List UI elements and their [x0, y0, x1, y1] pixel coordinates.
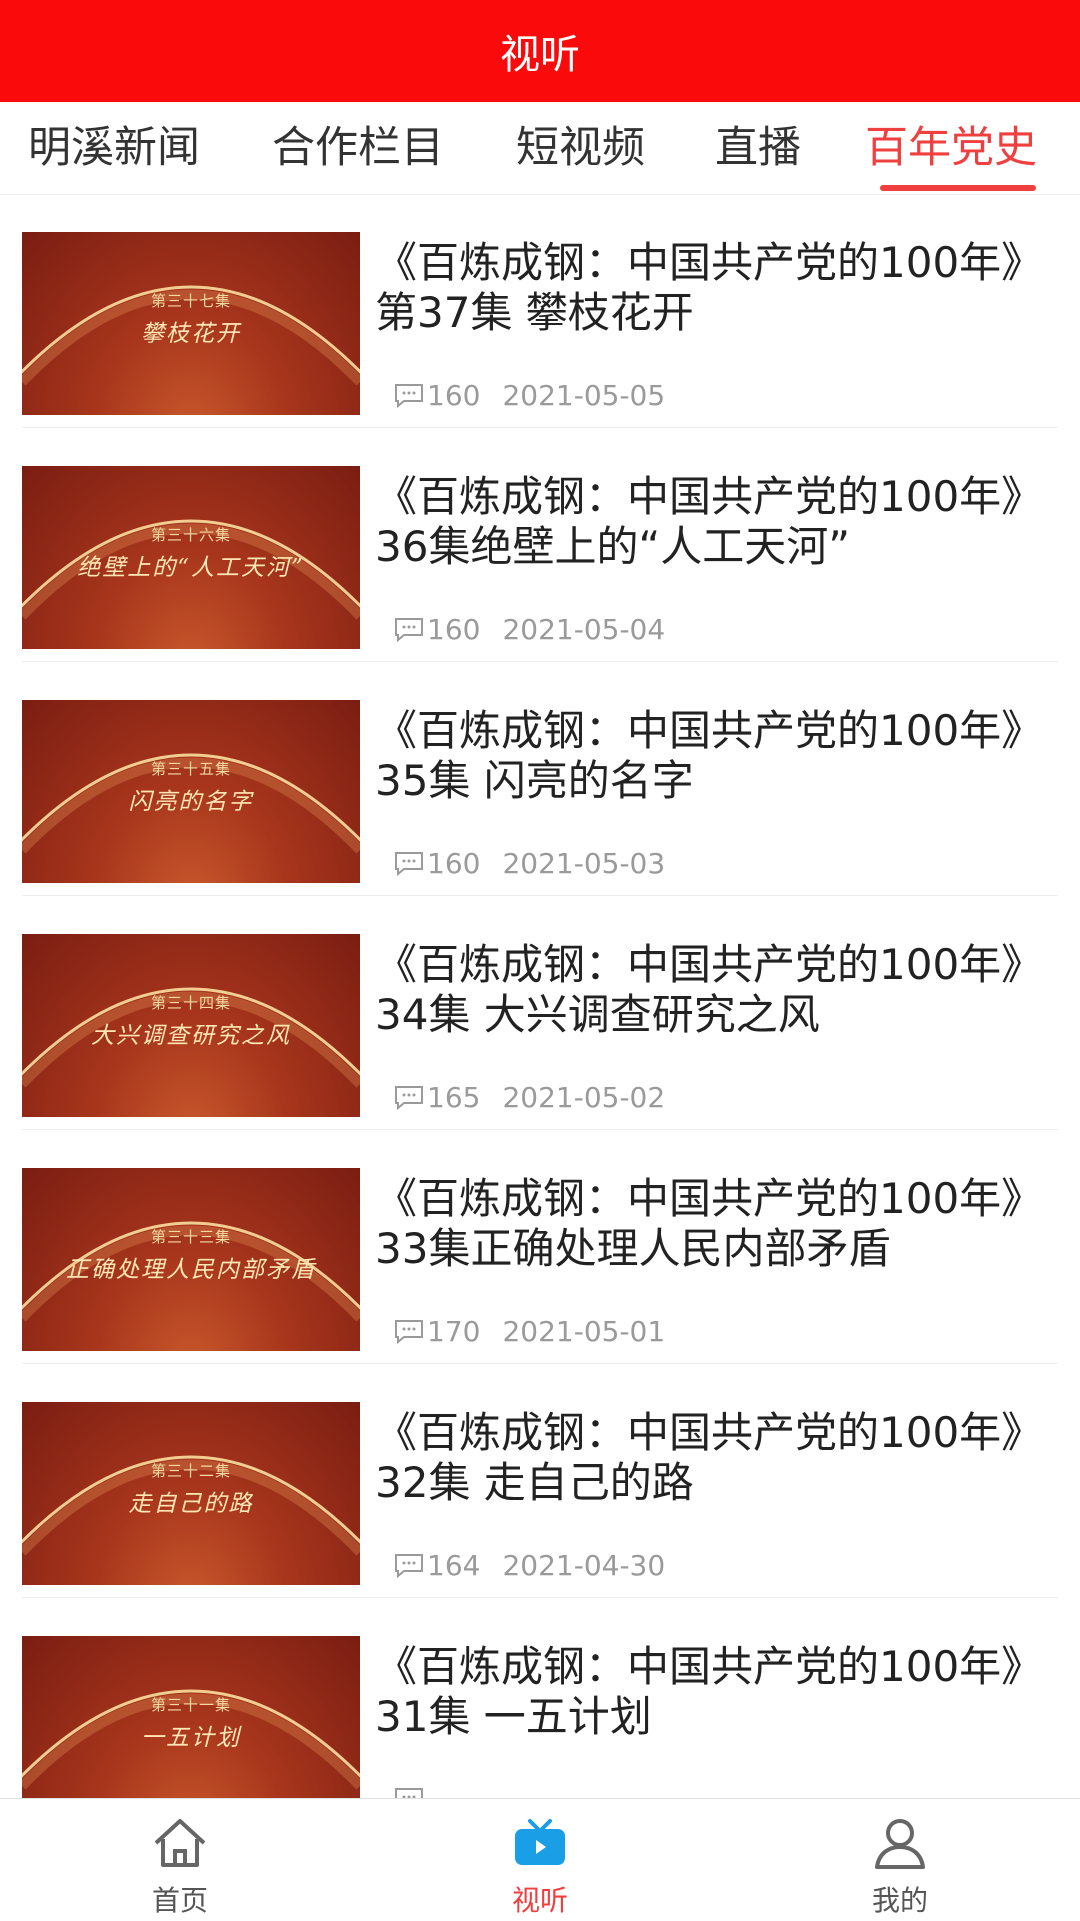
active-tab-indicator: [880, 185, 1036, 191]
tab-short-video[interactable]: 短视频: [516, 102, 645, 194]
home-icon: [154, 1819, 206, 1867]
thumbnail-subtitle-text: 一五计划: [141, 1725, 241, 1751]
tab-live[interactable]: 直播: [715, 102, 801, 194]
video-title[interactable]: 《百炼成钢：中国共产党的100年》36集绝壁上的“人工天河”: [375, 472, 1035, 572]
video-list[interactable]: 第三十七集 攀枝花开 《百炼成钢：中国共产党的100年》第37集 攀枝花开 16…: [0, 194, 1080, 1798]
comment-count: 160: [427, 846, 481, 880]
thumbnail-episode-text: 第三十三集: [150, 1228, 231, 1246]
comment-icon: [395, 1554, 423, 1578]
nav-mine-label: 我的: [871, 1884, 928, 1917]
comment-icon: [395, 1320, 423, 1344]
video-title[interactable]: 《百炼成钢：中国共产党的100年》第37集 攀枝花开: [375, 238, 1035, 338]
nav-video-label: 视听: [511, 1884, 568, 1917]
publish-date: 2021-05-03: [502, 846, 666, 880]
list-item[interactable]: 第三十三集 正确处理人民内部矛盾 《百炼成钢：中国共产党的100年》33集正确处…: [0, 1130, 1080, 1364]
publish-date: 2021-05-01: [502, 1314, 666, 1348]
nav-video[interactable]: 视听: [440, 1799, 640, 1921]
tv-icon: [515, 1819, 565, 1865]
thumbnail-episode-text: 第三十二集: [150, 1462, 231, 1480]
video-title[interactable]: 《百炼成钢：中国共产党的100年》33集正确处理人民内部矛盾: [375, 1174, 1035, 1274]
comment-count: 160: [427, 378, 481, 412]
video-thumbnail[interactable]: 第三十三集 正确处理人民内部矛盾: [22, 1168, 360, 1351]
tab-partner-columns[interactable]: 合作栏目: [272, 102, 444, 194]
thumbnail-subtitle-text: 正确处理人民内部矛盾: [66, 1257, 316, 1283]
thumbnail-subtitle-text: 绝壁上的“人工天河”: [77, 555, 305, 581]
user-icon: [875, 1819, 925, 1869]
thumbnail-episode-text: 第三十四集: [150, 994, 231, 1012]
comment-icon: [395, 384, 423, 408]
nav-mine[interactable]: 我的: [800, 1799, 1000, 1921]
thumbnail-episode-text: 第三十六集: [150, 526, 231, 544]
bottom-nav: 首页 视听 我的: [0, 1798, 1080, 1921]
publish-date: 2021-05-02: [502, 1080, 666, 1114]
thumbnail-subtitle-text: 攀枝花开: [141, 321, 241, 347]
video-title[interactable]: 《百炼成钢：中国共产党的100年》35集 闪亮的名字: [375, 706, 1035, 806]
top-bar: 视听: [0, 0, 1080, 102]
comment-icon: [395, 618, 423, 642]
video-meta: 165 2021-05-02: [393, 1080, 665, 1114]
video-title[interactable]: 《百炼成钢：中国共产党的100年》34集 大兴调查研究之风: [375, 940, 1035, 1040]
video-meta: 160 2021-05-05: [393, 378, 665, 412]
thumbnail-episode-text: 第三十七集: [150, 292, 231, 310]
list-item[interactable]: 第三十五集 闪亮的名字 《百炼成钢：中国共产党的100年》35集 闪亮的名字 1…: [0, 662, 1080, 896]
video-meta: 160 2021-05-03: [393, 846, 665, 880]
thumbnail-subtitle-text: 走自己的路: [128, 1491, 254, 1517]
thumbnail-episode-text: 第三十一集: [150, 1696, 231, 1714]
comment-icon: [395, 1788, 423, 1798]
comment-count: 160: [427, 612, 481, 646]
video-meta: 164 2021-04-30: [393, 1548, 665, 1582]
video-thumbnail[interactable]: 第三十四集 大兴调查研究之风: [22, 934, 360, 1117]
video-meta: 160 2021-05-04: [393, 612, 665, 646]
comment-icon: [395, 852, 423, 876]
comment-icon: [395, 1086, 423, 1110]
thumbnail-subtitle-text: 大兴调查研究之风: [91, 1023, 291, 1049]
video-thumbnail[interactable]: 第三十一集 一五计划: [22, 1636, 360, 1798]
publish-date: 2021-04-30: [502, 1548, 666, 1582]
comment-count: 164: [427, 1548, 481, 1582]
tab-mingxi-news[interactable]: 明溪新闻: [28, 102, 200, 194]
publish-date: 2021-05-05: [502, 378, 666, 412]
list-item[interactable]: 第三十二集 走自己的路 《百炼成钢：中国共产党的100年》32集 走自己的路 1…: [0, 1364, 1080, 1598]
video-title[interactable]: 《百炼成钢：中国共产党的100年》32集 走自己的路: [375, 1408, 1035, 1508]
list-item[interactable]: 第三十四集 大兴调查研究之风 《百炼成钢：中国共产党的100年》34集 大兴调查…: [0, 896, 1080, 1130]
video-thumbnail[interactable]: 第三十七集 攀枝花开: [22, 232, 360, 415]
page-title: 视听: [500, 32, 580, 78]
video-meta: [393, 1782, 449, 1798]
thumbnail-subtitle-text: 闪亮的名字: [128, 789, 254, 815]
publish-date: 2021-05-04: [502, 612, 666, 646]
video-thumbnail[interactable]: 第三十二集 走自己的路: [22, 1402, 360, 1585]
channel-tabs: 明溪新闻 合作栏目 短视频 直播 百年党史: [0, 102, 1080, 195]
comment-count: 170: [427, 1314, 481, 1348]
thumbnail-episode-text: 第三十五集: [150, 760, 231, 778]
video-thumbnail[interactable]: 第三十六集 绝壁上的“人工天河”: [22, 466, 360, 649]
list-item[interactable]: 第三十六集 绝壁上的“人工天河” 《百炼成钢：中国共产党的100年》36集绝壁上…: [0, 428, 1080, 662]
list-item[interactable]: 第三十七集 攀枝花开 《百炼成钢：中国共产党的100年》第37集 攀枝花开 16…: [0, 194, 1080, 428]
nav-home-label: 首页: [151, 1884, 208, 1917]
nav-home[interactable]: 首页: [80, 1799, 280, 1921]
comment-count: 165: [427, 1080, 481, 1114]
video-title[interactable]: 《百炼成钢：中国共产党的100年》31集 一五计划: [375, 1642, 1035, 1742]
list-item[interactable]: 第三十一集 一五计划 《百炼成钢：中国共产党的100年》31集 一五计划: [0, 1598, 1080, 1798]
video-meta: 170 2021-05-01: [393, 1314, 665, 1348]
tab-party-history[interactable]: 百年党史: [865, 102, 1037, 194]
video-thumbnail[interactable]: 第三十五集 闪亮的名字: [22, 700, 360, 883]
